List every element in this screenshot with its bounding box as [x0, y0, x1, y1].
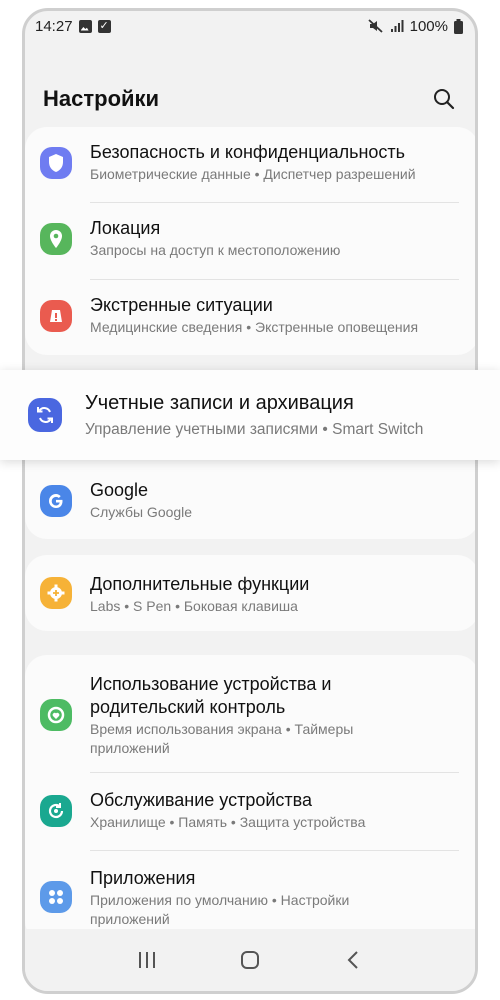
gear-plus-icon [40, 577, 72, 609]
home-button[interactable] [230, 940, 270, 980]
item-subtitle: Управление учетными записями • Smart Swi… [85, 421, 424, 438]
back-icon [347, 951, 359, 969]
check-square-icon: ✓ [97, 19, 111, 33]
back-button[interactable] [333, 940, 373, 980]
device-care-icon [40, 795, 72, 827]
item-title: Экстренные ситуации [90, 295, 273, 315]
settings-item-google[interactable]: Google Службы Google [25, 467, 475, 537]
settings-item-digital-wellbeing[interactable]: Использование устройства и родительский … [25, 655, 475, 771]
search-icon [434, 89, 455, 110]
search-button[interactable] [431, 86, 457, 112]
item-subtitle: Биометрические данные • Диспетчер разреш… [90, 166, 416, 182]
item-title: Дополнительные функции [90, 574, 310, 594]
image-icon [78, 19, 92, 33]
shield-icon [40, 147, 72, 179]
settings-item-accounts-backup[interactable]: Учетные записи и архивация Управление уч… [0, 370, 500, 460]
sync-icon [28, 398, 62, 432]
item-title: Google [90, 480, 149, 500]
google-icon [40, 485, 72, 517]
recent-apps-icon [138, 952, 155, 968]
item-title: Безопасность и конфиденциальность [90, 142, 406, 162]
item-title: Обслуживание устройства [90, 790, 313, 810]
battery-level: 100% [409, 17, 448, 35]
status-time: 14:27 [35, 17, 73, 35]
settings-group-advanced: Дополнительные функции Labs • S Pen • Бо… [25, 555, 475, 631]
mute-icon [368, 19, 383, 33]
item-subtitle: Запросы на доступ к местоположению [90, 242, 341, 258]
digital-wellbeing-icon [40, 699, 72, 731]
settings-item-emergency[interactable]: Экстренные ситуации Медицинские сведения… [25, 280, 475, 356]
item-title: Учетные записи и архивация [85, 392, 354, 414]
item-title: Локация [90, 218, 161, 238]
item-subtitle: Хранилище • Память • Защита устройства [90, 814, 366, 830]
home-icon [240, 951, 259, 969]
status-bar: 14:27 ✓ 100% [25, 11, 475, 41]
settings-item-security[interactable]: Безопасность и конфиденциальность Биомет… [25, 127, 475, 203]
item-subtitle: Labs • S Pen • Боковая клавиша [90, 598, 298, 614]
item-title: Приложения [90, 868, 196, 888]
recent-apps-button[interactable] [127, 940, 167, 980]
page-header: Настройки [43, 79, 457, 119]
battery-icon [454, 18, 463, 34]
alert-icon [40, 300, 72, 332]
settings-group-device: Использование устройства и родительский … [25, 655, 475, 943]
item-title: Использование устройства и родительский … [90, 674, 332, 717]
phone-screen: 14:27 ✓ 100% Настройки Безопасность и ко… [22, 8, 478, 994]
location-pin-icon [40, 223, 72, 255]
item-subtitle: Время использования экрана • Таймеры при… [90, 721, 354, 756]
item-subtitle: Медицинские сведения • Экстренные оповещ… [90, 319, 419, 335]
settings-item-advanced-features[interactable]: Дополнительные функции Labs • S Pen • Бо… [25, 555, 475, 631]
page-title: Настройки [43, 86, 160, 111]
navigation-bar [25, 929, 475, 991]
settings-item-device-care[interactable]: Обслуживание устройства Хранилище • Памя… [25, 773, 475, 850]
signal-icon [390, 20, 404, 32]
item-subtitle: Службы Google [90, 504, 193, 520]
apps-grid-icon [40, 881, 72, 913]
settings-group-privacy: Безопасность и конфиденциальность Биомет… [25, 127, 475, 356]
settings-item-location[interactable]: Локация Запросы на доступ к местоположен… [25, 203, 475, 280]
item-subtitle: Приложения по умолчанию • Настройки прил… [90, 892, 350, 927]
